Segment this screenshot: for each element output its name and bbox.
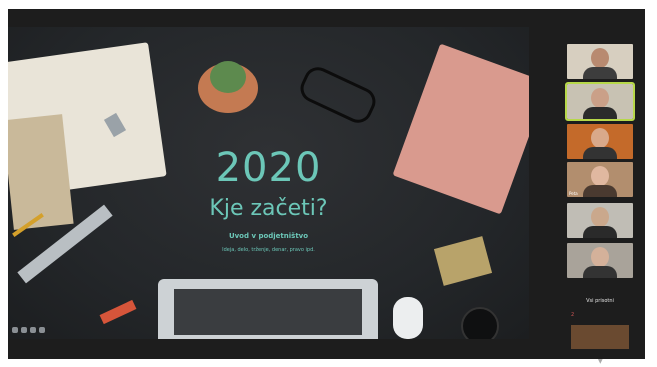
cactus-image — [210, 61, 246, 93]
prev-icon[interactable] — [12, 327, 18, 333]
menu-icon[interactable] — [39, 327, 45, 333]
video-call-window: 2020 Kje začeti? Uvod v podjetništvo Ide… — [8, 9, 645, 365]
slide-title: Kje začeti? — [209, 196, 328, 221]
avatar — [591, 88, 609, 108]
avatar — [591, 166, 609, 186]
presentation-controls[interactable] — [12, 327, 45, 333]
camera-image — [461, 307, 499, 339]
avatar — [591, 207, 609, 227]
slide-subtitle: Uvod v podjetništvo — [228, 232, 309, 240]
participant-count: 2 — [571, 312, 575, 318]
participant-body — [583, 266, 617, 278]
laptop-keyboard — [174, 289, 362, 335]
shared-screen: 2020 Kje začeti? Uvod v podjetništvo Ide… — [8, 27, 529, 339]
participant-body — [583, 147, 617, 159]
avatar — [591, 48, 609, 68]
panel-label: Vsi prisotni — [586, 298, 614, 304]
participant-tile[interactable]: Peta — [567, 162, 633, 197]
pen-icon[interactable] — [30, 327, 36, 333]
participants-panel: Peta Vsi prisotni 2 ▼ — [563, 27, 639, 365]
participant-tile[interactable] — [567, 243, 633, 278]
participant-body — [583, 107, 617, 119]
participant-name: Peta — [569, 191, 578, 196]
slide-year: 2020 — [215, 145, 322, 191]
slide-subline: Ideja, delo, trženje, denar, pravo ipd. — [222, 247, 315, 253]
participant-body — [583, 185, 617, 197]
participant-tile[interactable] — [567, 124, 633, 159]
participant-body — [583, 67, 617, 79]
participant-tile[interactable] — [567, 44, 633, 79]
participant-body — [583, 226, 617, 238]
avatar — [591, 128, 609, 148]
participant-tile-active[interactable] — [565, 82, 635, 121]
next-icon[interactable] — [21, 327, 27, 333]
avatar — [591, 247, 609, 267]
mouse-image — [393, 297, 423, 339]
mini-video-tile[interactable] — [571, 325, 629, 349]
participant-tile[interactable] — [567, 203, 633, 238]
chevron-down-icon[interactable]: ▼ — [598, 358, 603, 365]
